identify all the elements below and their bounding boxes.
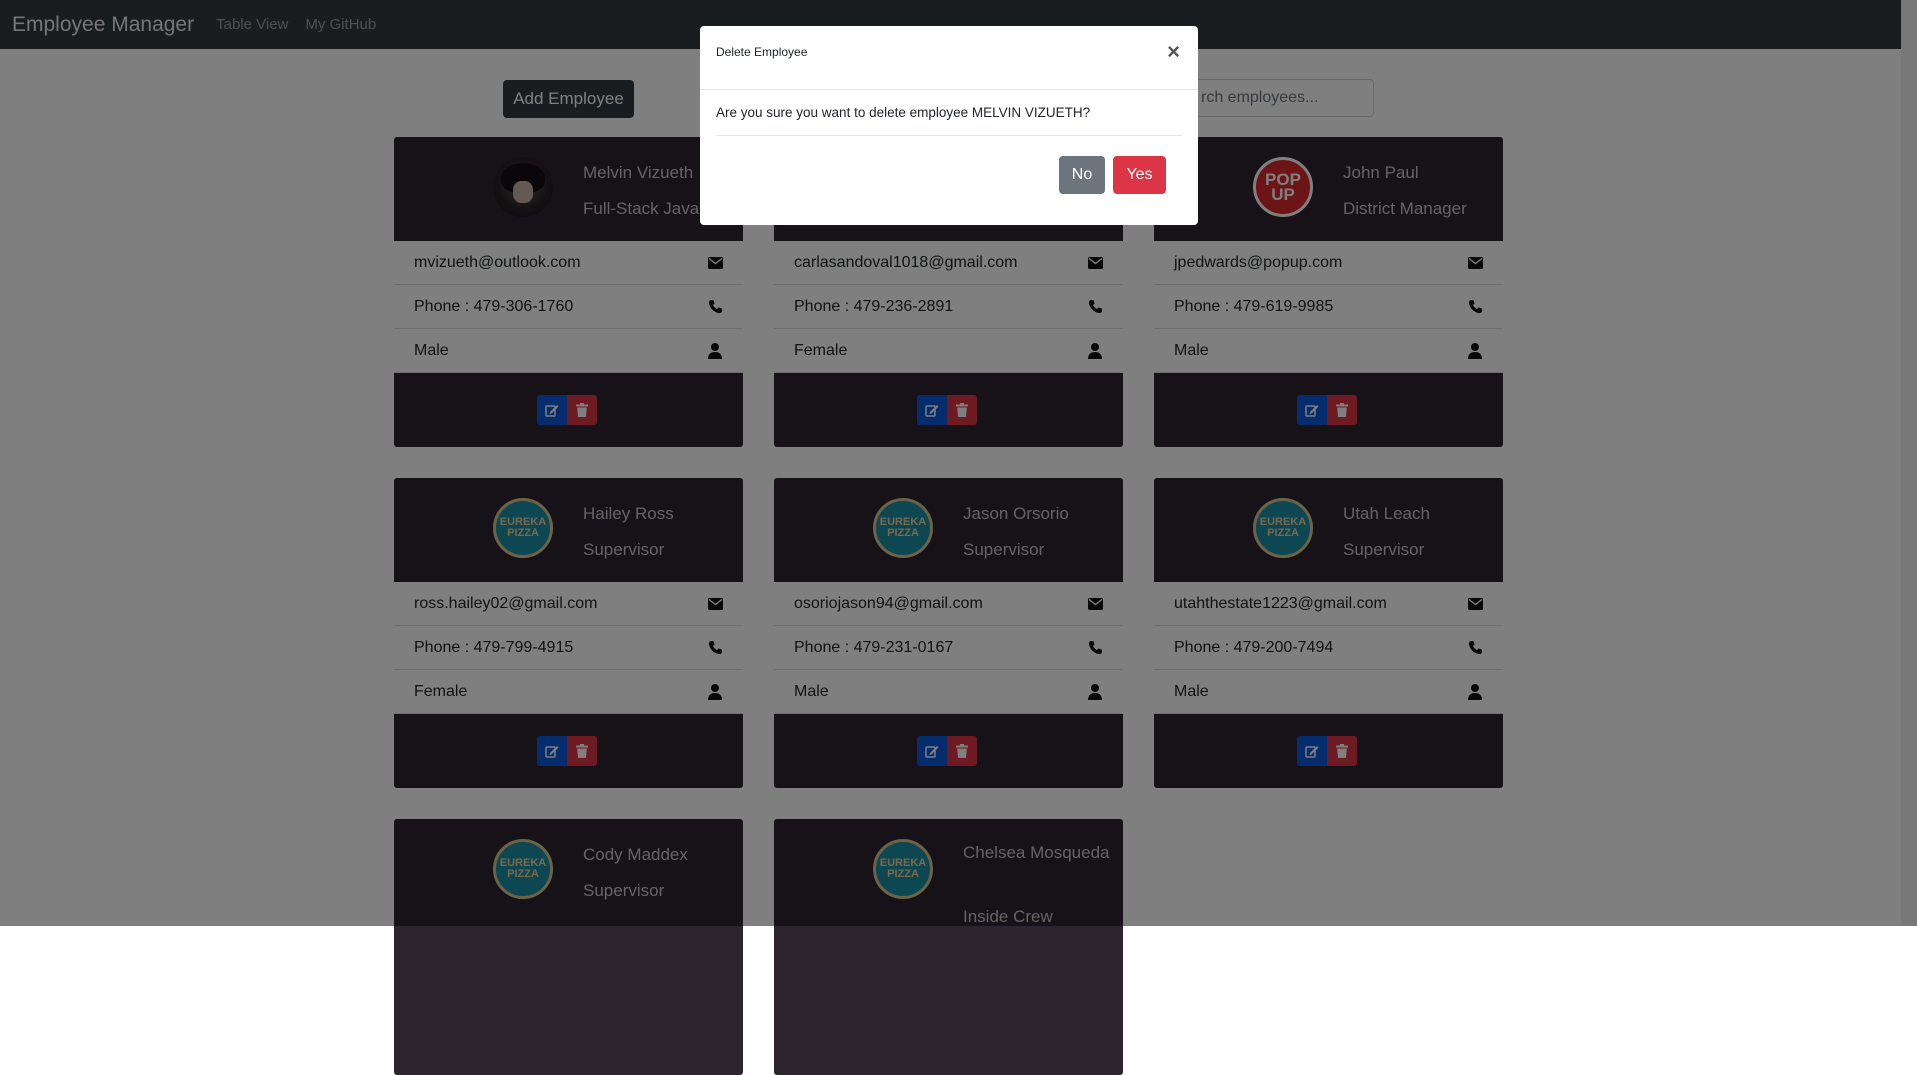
close-icon[interactable]: ×: [1167, 41, 1180, 63]
no-button[interactable]: No: [1059, 156, 1105, 194]
modal-body: Are you sure you want to delete employee…: [716, 90, 1182, 136]
modal-message: Are you sure you want to delete employee…: [716, 105, 1091, 120]
modal-header: Delete Employee ×: [700, 26, 1198, 90]
modal-title: Delete Employee: [716, 45, 808, 59]
delete-modal: Delete Employee × Are you sure you want …: [700, 26, 1198, 225]
modal-footer: No Yes: [1059, 156, 1166, 194]
yes-button[interactable]: Yes: [1113, 156, 1166, 194]
